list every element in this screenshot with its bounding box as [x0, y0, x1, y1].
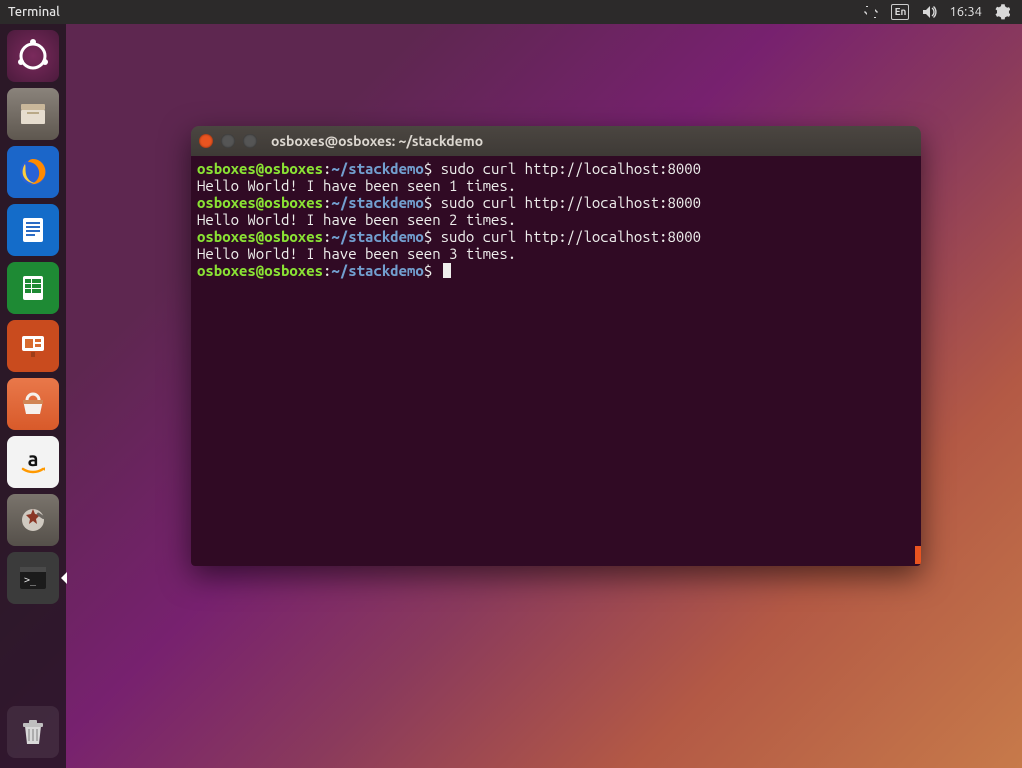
- terminal-line: Hello World! I have been seen 2 times.: [197, 211, 915, 228]
- terminal-line: osboxes@osboxes:~/stackdemo$ sudo curl h…: [197, 194, 915, 211]
- clock[interactable]: 16:34: [949, 5, 982, 19]
- language-indicator[interactable]: En: [891, 4, 909, 20]
- terminal-body[interactable]: osboxes@osboxes:~/stackdemo$ sudo curl h…: [191, 156, 921, 566]
- top-menu-bar: Terminal En 16:34: [0, 0, 1022, 24]
- terminal-cursor: [443, 263, 451, 278]
- window-title: osboxes@osboxes: ~/stackdemo: [271, 133, 483, 149]
- indicator-area: En 16:34: [863, 4, 1022, 20]
- terminal-window: osboxes@osboxes: ~/stackdemo osboxes@osb…: [191, 126, 921, 566]
- terminal-line: osboxes@osboxes:~/stackdemo$: [197, 262, 915, 279]
- launcher-amazon[interactable]: a: [7, 436, 59, 488]
- terminal-scroll-indicator[interactable]: [915, 546, 921, 564]
- launcher-terminal[interactable]: >_: [7, 552, 59, 604]
- terminal-line: Hello World! I have been seen 1 times.: [197, 177, 915, 194]
- launcher-libreoffice-writer[interactable]: [7, 204, 59, 256]
- svg-text:a: a: [28, 447, 39, 470]
- window-minimize-button[interactable]: [221, 134, 235, 148]
- svg-text:>_: >_: [24, 575, 37, 586]
- launcher-ubuntu-software[interactable]: [7, 378, 59, 430]
- launcher-libreoffice-calc[interactable]: [7, 262, 59, 314]
- launcher-firefox[interactable]: [7, 146, 59, 198]
- launcher-files[interactable]: [7, 88, 59, 140]
- gear-icon[interactable]: [994, 4, 1010, 20]
- network-icon[interactable]: [863, 4, 879, 20]
- terminal-line: osboxes@osboxes:~/stackdemo$ sudo curl h…: [197, 228, 915, 245]
- window-close-button[interactable]: [199, 134, 213, 148]
- launcher-system-settings[interactable]: [7, 494, 59, 546]
- launcher-libreoffice-impress[interactable]: [7, 320, 59, 372]
- window-title-bar[interactable]: osboxes@osboxes: ~/stackdemo: [191, 126, 921, 156]
- active-app-name: Terminal: [8, 5, 60, 19]
- launcher-trash[interactable]: [7, 706, 59, 758]
- window-maximize-button[interactable]: [243, 134, 257, 148]
- volume-icon[interactable]: [921, 4, 937, 20]
- terminal-line: Hello World! I have been seen 3 times.: [197, 245, 915, 262]
- terminal-line: osboxes@osboxes:~/stackdemo$ sudo curl h…: [197, 160, 915, 177]
- unity-launcher: a >_: [0, 24, 66, 768]
- launcher-dash[interactable]: [7, 30, 59, 82]
